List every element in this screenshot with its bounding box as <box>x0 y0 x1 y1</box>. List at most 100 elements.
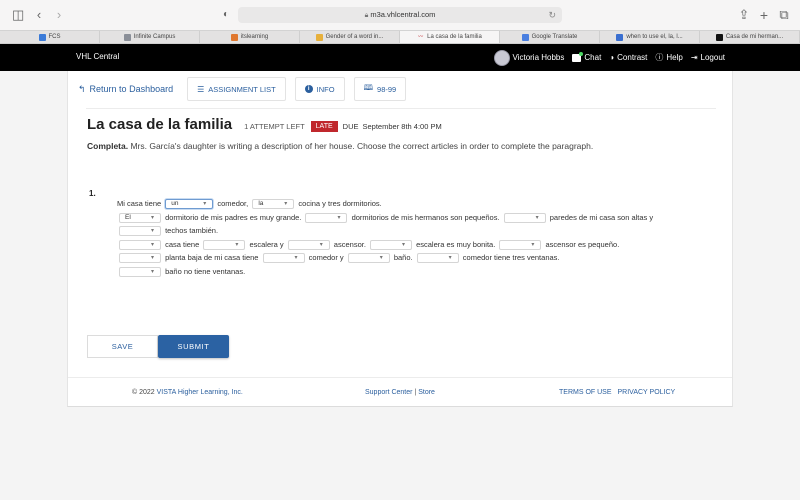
info-button[interactable]: i INFO <box>294 77 345 101</box>
help-icon: ⓘ <box>655 53 664 62</box>
tab-overview-icon[interactable]: ⧉ <box>778 7 790 23</box>
logout-button[interactable]: ⇥ Logout <box>691 53 725 62</box>
save-button[interactable]: SAVE <box>87 335 158 358</box>
tab-label: Infinite Campus <box>133 34 176 40</box>
article-dropdown-6[interactable] <box>119 226 161 237</box>
reload-icon[interactable]: ↻ <box>548 7 556 23</box>
sentence-text: escalera es muy bonita. <box>414 239 498 249</box>
contrast-button[interactable]: ◑ Contrast <box>609 53 647 62</box>
return-label: Return to Dashboard <box>89 84 174 94</box>
address-bar[interactable]: 🔒︎ m3a.vhlcentral.com ↻ <box>238 7 562 23</box>
sentence-text: escalera y <box>247 239 286 249</box>
assignment-nav: ↰ Return to Dashboard ☰ ASSIGNMENT LIST … <box>78 77 415 101</box>
browser-tab[interactable]: Infinite Campus <box>100 31 200 43</box>
new-tab-icon[interactable]: + <box>758 7 770 23</box>
question-line: Mi casa tiene un comedor, la cocina y tr… <box>117 197 677 211</box>
help-button[interactable]: ⓘ Help <box>655 52 682 63</box>
sentence-text: baño no tiene ventanas. <box>163 266 246 276</box>
copyright: © 2022 VISTA Higher Learning, Inc. <box>132 389 243 396</box>
support-links: Support Center | Store <box>365 389 435 396</box>
browser-tab[interactable]: Gender of a word in... <box>300 31 400 43</box>
tab-label: Google Translate <box>531 34 578 40</box>
lock-icon: 🔒︎ <box>364 12 369 19</box>
privacy-policy-link[interactable]: PRIVACY POLICY <box>618 389 676 396</box>
assignment-header: La casa de la familia 1 ATTEMPT LEFT LAT… <box>87 116 442 133</box>
article-dropdown-12[interactable] <box>119 253 161 264</box>
user-name: Victoria Hobbs <box>512 53 565 62</box>
article-dropdown-3[interactable]: El <box>119 212 161 223</box>
article-dropdown-9[interactable] <box>287 239 330 250</box>
article-dropdown-8[interactable] <box>203 239 246 250</box>
tab-label: FCS <box>48 34 61 40</box>
help-label: Help <box>666 53 683 62</box>
sentence-text: dormitorios de mis hermanos son pequeños… <box>349 212 502 222</box>
site-icon <box>715 33 723 41</box>
store-link[interactable]: Store <box>418 389 435 396</box>
question-line: casa tiene escalera y ascensor. escalera… <box>117 238 677 252</box>
textbook-pages-button[interactable]: 🕮︎ 98-99 <box>353 77 407 101</box>
sentence-text: planta baja de mi casa tiene <box>163 253 261 262</box>
contrast-icon: ◑ <box>609 53 615 62</box>
question-line: El dormitorio de mis padres es muy grand… <box>117 211 677 238</box>
article-dropdown-10[interactable] <box>370 239 412 250</box>
chat-label: Chat <box>584 53 602 62</box>
sentence-text: comedor tiene tres ventanas. <box>460 253 560 262</box>
sentence-text: dormitorio de mis padres es muy grande. <box>163 212 304 222</box>
browser-tab[interactable]: Google Translate <box>500 31 600 43</box>
support-center-link[interactable]: Support Center <box>365 389 412 396</box>
instructions: Completa. Mrs. García's daughter is writ… <box>87 140 617 153</box>
sentence-text: ascensor es pequeño. <box>543 239 620 249</box>
article-dropdown-11[interactable] <box>499 239 542 250</box>
url-text: m3a.vhlcentral.com <box>370 10 436 19</box>
browser-tab[interactable]: when to use el, la, l... <box>600 31 700 43</box>
browser-tab[interactable]: FCS <box>0 31 100 43</box>
back-icon[interactable]: ‹ <box>34 7 44 23</box>
submit-button[interactable]: SUBMIT <box>158 335 229 358</box>
sidebar-toggle-icon[interactable]: ◫ <box>12 7 24 23</box>
privacy-shield-icon[interactable]: ◐ <box>220 7 232 23</box>
browser-toolbar: ◫ ‹ › ◐ 🔒︎ m3a.vhlcentral.com ↻ ⇪ + ⧉ <box>0 0 800 30</box>
forward-icon[interactable]: › <box>54 7 64 23</box>
info-icon: i <box>304 85 313 93</box>
tab-label: La casa de la familia <box>427 34 482 40</box>
logout-label: Logout <box>700 53 725 62</box>
tab-label: itslearning <box>240 34 269 40</box>
app-header: VHL Central Victoria Hobbs Chat ◑ Contra… <box>0 44 800 71</box>
assignment-list-label: ASSIGNMENT LIST <box>208 84 276 94</box>
article-dropdown-15[interactable] <box>416 253 459 264</box>
chat-button[interactable]: Chat <box>572 51 602 62</box>
browser-tab[interactable]: itslearning <box>200 31 300 43</box>
article-dropdown-5[interactable] <box>503 212 546 223</box>
article-dropdown-14[interactable] <box>347 253 390 264</box>
legal-links: TERMS OF USE PRIVACY POLICY <box>559 389 681 396</box>
vista-link[interactable]: VISTA Higher Learning, Inc. <box>157 389 243 396</box>
instructions-text: Mrs. García's daughter is writing a desc… <box>128 141 594 151</box>
user-profile[interactable]: Victoria Hobbs <box>493 49 565 66</box>
article-dropdown-1[interactable]: un <box>165 199 214 210</box>
brand-logo[interactable]: VHL Central <box>76 52 119 61</box>
tab-label: Gender of a word in... <box>325 34 384 40</box>
question-number: 1. <box>89 189 96 198</box>
logout-icon: ⇥ <box>690 53 698 62</box>
article-dropdown-16[interactable] <box>119 266 161 277</box>
browser-tab[interactable]: 〰 La casa de la familia <box>400 31 500 43</box>
article-dropdown-4[interactable] <box>305 212 348 223</box>
avatar <box>493 49 510 66</box>
copyright-text: © 2022 <box>132 389 157 396</box>
article-dropdown-7[interactable] <box>119 239 161 250</box>
assignment-list-button[interactable]: ☰ ASSIGNMENT LIST <box>187 77 286 101</box>
sentence-text: Mi casa tiene <box>117 199 164 208</box>
share-icon[interactable]: ⇪ <box>738 7 750 23</box>
sentence-text: techos también. <box>163 226 219 235</box>
pages-label: 98-99 <box>377 84 397 94</box>
article-dropdown-2[interactable]: la <box>252 199 295 210</box>
user-menu: Victoria Hobbs Chat ◑ Contrast ⓘ Help ⇥ … <box>493 48 725 67</box>
terms-of-use-link[interactable]: TERMS OF USE <box>559 389 612 396</box>
book-icon: 🕮︎ <box>363 83 374 92</box>
sentence-text: paredes de mi casa son altas y <box>547 212 654 222</box>
browser-tab[interactable]: Casa de mi herman... <box>700 31 800 43</box>
article-dropdown-13[interactable] <box>262 253 305 264</box>
gender-site-icon <box>315 33 323 41</box>
return-to-dashboard-link[interactable]: ↰ Return to Dashboard <box>78 84 173 95</box>
sentence-text: baño. <box>391 253 415 262</box>
